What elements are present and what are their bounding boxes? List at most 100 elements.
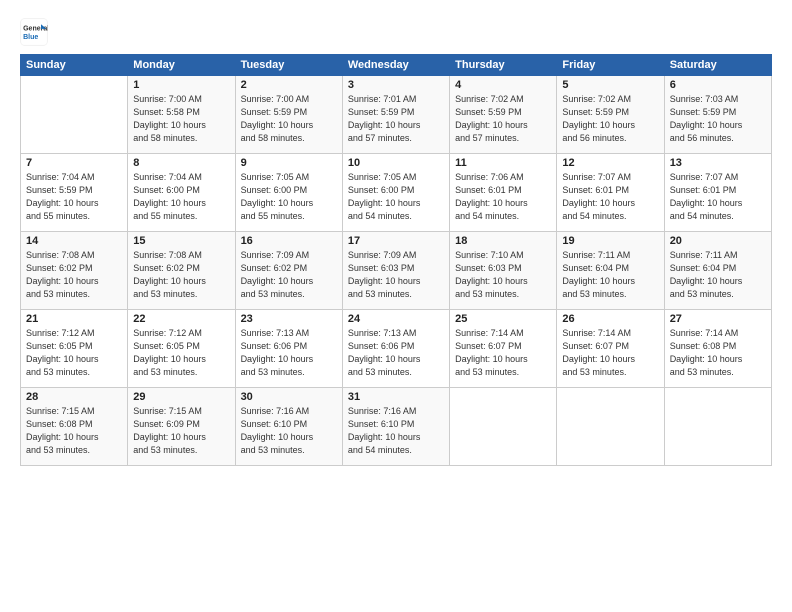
calendar-cell: 28 Sunrise: 7:15 AM Sunset: 6:08 PM Dayli…	[21, 388, 128, 466]
day-number: 7	[26, 157, 122, 169]
day-detail: Sunrise: 7:02 AM Sunset: 5:59 PM Dayligh…	[455, 94, 528, 143]
calendar-cell	[450, 388, 557, 466]
calendar-cell: 29Sunrise: 7:15 AM Sunset: 6:09 PM Dayli…	[128, 388, 235, 466]
day-detail: Sunrise: 7:03 AM Sunset: 5:59 PM Dayligh…	[670, 94, 743, 143]
calendar-cell: 12 Sunrise: 7:07 AM Sunset: 6:01 PM Dayli…	[557, 154, 664, 232]
week-row-5: 28 Sunrise: 7:15 AM Sunset: 6:08 PM Dayli…	[21, 388, 772, 466]
calendar-cell: 14Sunrise: 7:08 AM Sunset: 6:02 PM Dayli…	[21, 232, 128, 310]
day-number: 29	[133, 391, 229, 403]
calendar-cell: 22 Sunrise: 7:12 AM Sunset: 6:05 PM Dayli…	[128, 310, 235, 388]
calendar-cell: 3 Sunrise: 7:01 AM Sunset: 5:59 PM Daylig…	[342, 76, 449, 154]
svg-text:Blue: Blue	[23, 34, 38, 41]
day-detail: Sunrise: 7:07 AM Sunset: 6:01 PM Dayligh…	[562, 172, 635, 221]
calendar-cell: 1Sunrise: 7:00 AM Sunset: 5:58 PM Daylig…	[128, 76, 235, 154]
day-number: 6	[670, 79, 766, 91]
day-detail: Sunrise: 7:08 AM Sunset: 6:02 PM Dayligh…	[133, 250, 206, 299]
day-detail: Sunrise: 7:06 AM Sunset: 6:01 PM Dayligh…	[455, 172, 528, 221]
day-number: 30	[241, 391, 337, 403]
day-detail: Sunrise: 7:12 AM Sunset: 6:05 PM Dayligh…	[26, 328, 99, 377]
day-detail: Sunrise: 7:02 AM Sunset: 5:59 PM Dayligh…	[562, 94, 635, 143]
calendar-cell: 15 Sunrise: 7:08 AM Sunset: 6:02 PM Dayli…	[128, 232, 235, 310]
day-number: 17	[348, 235, 444, 247]
weekday-header-friday: Friday	[557, 55, 664, 76]
day-detail: Sunrise: 7:00 AM Sunset: 5:59 PM Dayligh…	[241, 94, 314, 143]
day-detail: Sunrise: 7:04 AM Sunset: 5:59 PM Dayligh…	[26, 172, 99, 221]
calendar-table: SundayMondayTuesdayWednesdayThursdayFrid…	[20, 54, 772, 466]
calendar-cell: 31Sunrise: 7:16 AM Sunset: 6:10 PM Dayli…	[342, 388, 449, 466]
calendar-cell: 23 Sunrise: 7:13 AM Sunset: 6:06 PM Dayli…	[235, 310, 342, 388]
logo-icon: General Blue	[20, 18, 48, 46]
day-number: 20	[670, 235, 766, 247]
page: General Blue SundayMondayTuesdayWednesda…	[0, 0, 792, 612]
day-number: 9	[241, 157, 337, 169]
day-detail: Sunrise: 7:04 AM Sunset: 6:00 PM Dayligh…	[133, 172, 206, 221]
day-number: 8	[133, 157, 229, 169]
calendar-cell: 24Sunrise: 7:13 AM Sunset: 6:06 PM Dayli…	[342, 310, 449, 388]
day-detail: Sunrise: 7:15 AM Sunset: 6:08 PM Dayligh…	[26, 406, 99, 455]
day-detail: Sunrise: 7:08 AM Sunset: 6:02 PM Dayligh…	[26, 250, 99, 299]
day-number: 25	[455, 313, 551, 325]
day-detail: Sunrise: 7:11 AM Sunset: 6:04 PM Dayligh…	[670, 250, 743, 299]
day-number: 13	[670, 157, 766, 169]
day-number: 4	[455, 79, 551, 91]
calendar-cell: 5 Sunrise: 7:02 AM Sunset: 5:59 PM Daylig…	[557, 76, 664, 154]
day-number: 10	[348, 157, 444, 169]
calendar-cell: 16 Sunrise: 7:09 AM Sunset: 6:02 PM Dayli…	[235, 232, 342, 310]
day-detail: Sunrise: 7:16 AM Sunset: 6:10 PM Dayligh…	[348, 406, 421, 455]
weekday-header-monday: Monday	[128, 55, 235, 76]
calendar-cell: 20 Sunrise: 7:11 AM Sunset: 6:04 PM Dayli…	[664, 232, 771, 310]
day-detail: Sunrise: 7:12 AM Sunset: 6:05 PM Dayligh…	[133, 328, 206, 377]
calendar-cell: 19 Sunrise: 7:11 AM Sunset: 6:04 PM Dayli…	[557, 232, 664, 310]
day-number: 15	[133, 235, 229, 247]
day-number: 11	[455, 157, 551, 169]
day-number: 27	[670, 313, 766, 325]
day-number: 1	[133, 79, 229, 91]
day-number: 18	[455, 235, 551, 247]
day-number: 2	[241, 79, 337, 91]
calendar-cell	[557, 388, 664, 466]
day-detail: Sunrise: 7:09 AM Sunset: 6:02 PM Dayligh…	[241, 250, 314, 299]
day-detail: Sunrise: 7:11 AM Sunset: 6:04 PM Dayligh…	[562, 250, 635, 299]
day-detail: Sunrise: 7:16 AM Sunset: 6:10 PM Dayligh…	[241, 406, 314, 455]
week-row-1: 1Sunrise: 7:00 AM Sunset: 5:58 PM Daylig…	[21, 76, 772, 154]
calendar-cell: 21 Sunrise: 7:12 AM Sunset: 6:05 PM Dayli…	[21, 310, 128, 388]
day-number: 3	[348, 79, 444, 91]
day-number: 22	[133, 313, 229, 325]
calendar-cell: 30 Sunrise: 7:16 AM Sunset: 6:10 PM Dayli…	[235, 388, 342, 466]
week-row-3: 14Sunrise: 7:08 AM Sunset: 6:02 PM Dayli…	[21, 232, 772, 310]
day-detail: Sunrise: 7:07 AM Sunset: 6:01 PM Dayligh…	[670, 172, 743, 221]
calendar-cell	[21, 76, 128, 154]
day-detail: Sunrise: 7:01 AM Sunset: 5:59 PM Dayligh…	[348, 94, 421, 143]
day-number: 26	[562, 313, 658, 325]
calendar-cell: 18Sunrise: 7:10 AM Sunset: 6:03 PM Dayli…	[450, 232, 557, 310]
svg-text:General: General	[23, 25, 48, 32]
day-number: 23	[241, 313, 337, 325]
calendar-cell: 9 Sunrise: 7:05 AM Sunset: 6:00 PM Daylig…	[235, 154, 342, 232]
calendar-cell: 6 Sunrise: 7:03 AM Sunset: 5:59 PM Daylig…	[664, 76, 771, 154]
day-detail: Sunrise: 7:14 AM Sunset: 6:07 PM Dayligh…	[455, 328, 528, 377]
calendar-cell: 11 Sunrise: 7:06 AM Sunset: 6:01 PM Dayli…	[450, 154, 557, 232]
calendar-cell	[664, 388, 771, 466]
calendar-cell: 25 Sunrise: 7:14 AM Sunset: 6:07 PM Dayli…	[450, 310, 557, 388]
weekday-header-sunday: Sunday	[21, 55, 128, 76]
week-row-2: 7 Sunrise: 7:04 AM Sunset: 5:59 PM Daylig…	[21, 154, 772, 232]
calendar-cell: 7 Sunrise: 7:04 AM Sunset: 5:59 PM Daylig…	[21, 154, 128, 232]
calendar-cell: 17 Sunrise: 7:09 AM Sunset: 6:03 PM Dayli…	[342, 232, 449, 310]
day-detail: Sunrise: 7:09 AM Sunset: 6:03 PM Dayligh…	[348, 250, 421, 299]
calendar-cell: 8 Sunrise: 7:04 AM Sunset: 6:00 PM Daylig…	[128, 154, 235, 232]
day-number: 21	[26, 313, 122, 325]
day-number: 16	[241, 235, 337, 247]
day-number: 12	[562, 157, 658, 169]
day-detail: Sunrise: 7:14 AM Sunset: 6:08 PM Dayligh…	[670, 328, 743, 377]
calendar-cell: 27 Sunrise: 7:14 AM Sunset: 6:08 PM Dayli…	[664, 310, 771, 388]
day-detail: Sunrise: 7:13 AM Sunset: 6:06 PM Dayligh…	[241, 328, 314, 377]
day-number: 28	[26, 391, 122, 403]
day-number: 19	[562, 235, 658, 247]
day-number: 24	[348, 313, 444, 325]
calendar-cell: 26Sunrise: 7:14 AM Sunset: 6:07 PM Dayli…	[557, 310, 664, 388]
day-detail: Sunrise: 7:05 AM Sunset: 6:00 PM Dayligh…	[241, 172, 314, 221]
calendar-cell: 4 Sunrise: 7:02 AM Sunset: 5:59 PM Daylig…	[450, 76, 557, 154]
header: General Blue	[20, 18, 772, 46]
day-number: 5	[562, 79, 658, 91]
calendar-cell: 2 Sunrise: 7:00 AM Sunset: 5:59 PM Daylig…	[235, 76, 342, 154]
